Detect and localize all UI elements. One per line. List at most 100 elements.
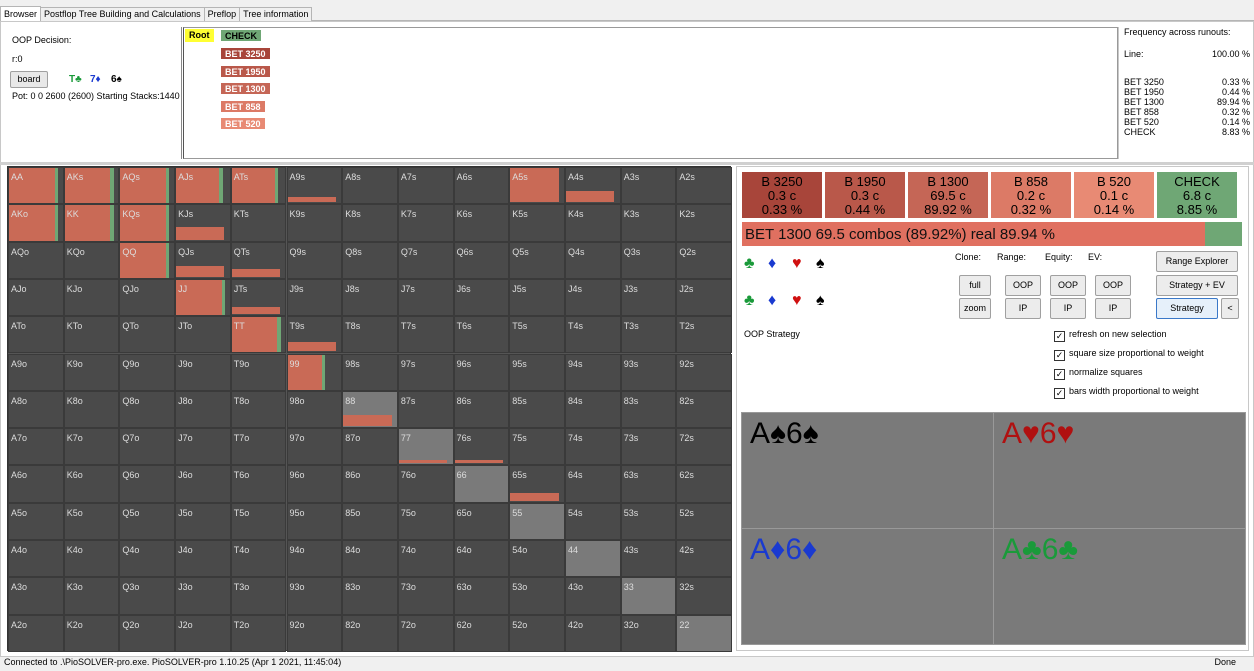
hand-cell[interactable]: 54o (509, 540, 565, 578)
hand-cell[interactable]: A2o (8, 614, 64, 652)
hand-cell[interactable]: AJs (175, 167, 231, 205)
tab-browser[interactable]: Browser (0, 6, 42, 21)
hand-cell[interactable]: 99 (286, 353, 343, 391)
hand-cell[interactable]: A4o (8, 540, 64, 578)
hand-cell[interactable]: KK (63, 204, 120, 242)
range-explorer-button[interactable]: Range Explorer (1156, 251, 1238, 272)
hand-cell[interactable]: J8o (175, 390, 231, 429)
hand-cell[interactable]: 85s (509, 390, 565, 429)
hand-cell[interactable]: T5o (230, 502, 287, 540)
hand-cell[interactable]: 63s (620, 465, 677, 503)
spade-filter-icon-1[interactable]: ♠ (816, 255, 825, 273)
hand-cell[interactable]: Q9o (119, 353, 176, 391)
range-oop-button[interactable]: OOP (1005, 275, 1041, 296)
hand-cell[interactable]: 93o (286, 577, 343, 615)
tree-check-node[interactable]: CHECK (220, 29, 263, 42)
hand-cell[interactable]: T6o (230, 465, 287, 503)
hand-cell[interactable]: AQo (8, 241, 64, 279)
ev-oop-button[interactable]: OOP (1095, 275, 1131, 296)
hand-cell[interactable]: A3o (8, 577, 64, 615)
hand-cell[interactable]: QTs (230, 241, 287, 279)
hand-cell[interactable]: 65o (453, 502, 510, 540)
action-box[interactable]: CHECK 6.8 c 8.85 % (1157, 172, 1237, 218)
hand-cell[interactable]: Q3s (620, 241, 677, 279)
hand-cell[interactable]: 63o (453, 577, 510, 615)
hand-cell[interactable]: T2o (230, 614, 287, 652)
heart-filter-icon-1[interactable]: ♥ (792, 255, 802, 273)
checkbox-normalize-box[interactable]: ✓ (1054, 369, 1065, 380)
hand-cell[interactable]: 77 (397, 428, 454, 466)
horizontal-splitter[interactable] (0, 162, 1254, 165)
hand-cell[interactable]: T3o (230, 577, 287, 615)
checkbox-square-size-box[interactable]: ✓ (1054, 350, 1065, 361)
strategy-button[interactable]: Strategy (1156, 298, 1218, 319)
hand-cell[interactable]: 73o (397, 577, 454, 615)
hand-cell[interactable]: AKo (8, 204, 64, 242)
hand-cell[interactable]: T7s (397, 316, 454, 354)
tree-root-node[interactable]: Root (185, 29, 214, 42)
hand-cell[interactable]: 64s (565, 465, 621, 503)
hand-cell[interactable]: 92s (676, 353, 733, 391)
hand-cell[interactable]: 42s (676, 540, 733, 578)
hand-cell[interactable]: Q7o (119, 428, 176, 466)
hand-cell[interactable]: A7s (397, 167, 454, 205)
hand-cell[interactable]: KQo (63, 241, 120, 279)
hand-cell[interactable]: KJs (175, 204, 231, 242)
hand-cell[interactable]: 43o (565, 577, 621, 615)
hand-cell[interactable]: A7o (8, 428, 64, 466)
hand-cell[interactable]: 83o (342, 577, 398, 615)
strategy-ev-button[interactable]: Strategy + EV (1156, 275, 1238, 296)
hand-cell[interactable]: J2o (175, 614, 231, 652)
hand-cell[interactable]: 66 (453, 465, 510, 503)
hand-cell[interactable]: A2s (676, 167, 733, 205)
checkbox-refresh-box[interactable]: ✓ (1054, 331, 1065, 342)
hand-cell[interactable]: J6s (453, 278, 510, 317)
hand-cell[interactable]: J6o (175, 465, 231, 503)
hand-cell[interactable]: T9o (230, 353, 287, 391)
hand-cell[interactable]: QQ (119, 241, 176, 279)
combo-box-spades[interactable]: A♠6♠ (741, 412, 994, 529)
hand-cell[interactable]: 98o (286, 390, 343, 429)
spade-filter-icon-2[interactable]: ♠ (816, 292, 825, 310)
hand-cell[interactable]: AQs (119, 167, 176, 205)
hand-cell[interactable]: Q5o (119, 502, 176, 540)
equity-ip-button[interactable]: IP (1050, 298, 1086, 319)
hand-cell[interactable]: K9o (63, 353, 120, 391)
hand-cell[interactable]: JJ (175, 278, 231, 317)
range-ip-button[interactable]: IP (1005, 298, 1041, 319)
hand-cell[interactable]: T4o (230, 540, 287, 578)
checkbox-refresh[interactable]: ✓ refresh on new selection (1054, 329, 1167, 342)
hand-cell[interactable]: 93s (620, 353, 677, 391)
hand-cell[interactable]: 22 (676, 614, 733, 652)
hand-cell[interactable]: A3s (620, 167, 677, 205)
hand-cell[interactable]: T2s (676, 316, 733, 354)
hand-cell[interactable]: 95o (286, 502, 343, 540)
hand-cell[interactable]: K8s (342, 204, 398, 242)
hand-cell[interactable]: 82s (676, 390, 733, 429)
hand-cell[interactable]: 83s (620, 390, 677, 429)
tree-bet-node[interactable]: BET 3250 (220, 47, 271, 60)
hand-cell[interactable]: 42o (565, 614, 621, 652)
tree-bet-node[interactable]: BET 520 (220, 117, 266, 130)
hand-cell[interactable]: 55 (509, 502, 565, 540)
hand-cell[interactable]: J8s (342, 278, 398, 317)
hand-cell[interactable]: 87s (397, 390, 454, 429)
checkbox-bars-width[interactable]: ✓ bars width proportional to weight (1054, 386, 1199, 399)
hand-cell[interactable]: J3o (175, 577, 231, 615)
hand-cell[interactable]: Q7s (397, 241, 454, 279)
hand-cell[interactable]: K5s (509, 204, 565, 242)
clone-zoom-button[interactable]: zoom (959, 298, 991, 319)
hand-cell[interactable]: 76o (397, 465, 454, 503)
hand-cell[interactable]: ATs (230, 167, 287, 205)
hand-cell[interactable]: 92o (286, 614, 343, 652)
tree-bet-node[interactable]: BET 1300 (220, 82, 271, 95)
hand-cell[interactable]: 53o (509, 577, 565, 615)
hand-cell[interactable]: 32s (676, 577, 733, 615)
hand-cell[interactable]: 88 (342, 390, 398, 429)
hand-cell[interactable]: TT (230, 316, 287, 354)
tab-postflop-tree[interactable]: Postflop Tree Building and Calculations (40, 7, 205, 21)
hand-cell[interactable]: 76s (453, 428, 510, 466)
hand-cell[interactable]: Q5s (509, 241, 565, 279)
hand-cell[interactable]: 65s (509, 465, 565, 503)
hand-cell[interactable]: 74s (565, 428, 621, 466)
